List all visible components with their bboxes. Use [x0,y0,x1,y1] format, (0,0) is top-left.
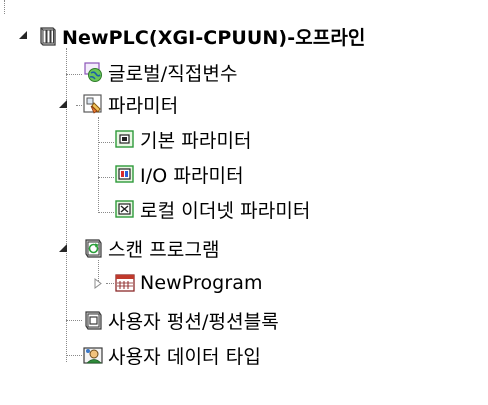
tree-item-parameters[interactable]: 파라미터 [82,89,178,119]
tree-item-io-parameter[interactable]: I/O 파라미터 [114,159,244,189]
tree-item-user-datatype[interactable]: 사용자 데이터 타입 [82,340,261,370]
tree-line [66,320,82,321]
tree-line [66,48,67,362]
triangle-collapsed-icon [94,278,102,289]
tree-line [98,117,99,213]
tree-item-label: 기본 파라미터 [140,129,252,152]
parameter-icon [82,93,104,115]
tree-item-label: 사용자 데이터 타입 [108,345,261,368]
tree-item-global-variables[interactable]: 글로벌/직접변수 [82,57,238,87]
plc-icon [36,25,58,47]
tree-line [98,142,114,143]
triangle-expanded-icon [59,100,67,108]
ethernet-parameter-icon [114,198,136,220]
tree-item-scan-program[interactable]: 스캔 프로그램 [82,233,220,263]
expand-toggle[interactable] [93,278,104,289]
function-block-icon [82,309,104,331]
collapse-toggle[interactable] [58,243,69,254]
tree-item-user-functions[interactable]: 사용자 펑션/펑션블록 [82,305,279,335]
tree-item-label: I/O 파라미터 [140,164,244,187]
tree-item-label: NewPLC(XGI-CPUUN)-오프라인 [62,26,366,49]
tree-item-label: 사용자 펑션/펑션블록 [108,310,279,333]
triangle-expanded-icon [19,31,27,39]
tree-item-ethernet-parameter[interactable]: 로컬 이더넷 파라미터 [114,194,311,224]
tree-line [66,74,82,75]
tree-item-basic-parameter[interactable]: 기본 파라미터 [114,124,252,154]
tree-line [4,0,5,14]
tree-line [106,283,114,284]
project-tree: NewPLC(XGI-CPUUN)-오프라인 글로벌/직접변수 파라미터 기본 … [0,0,488,405]
tree-item-label: 파라미터 [108,94,179,117]
tree-item-new-program[interactable]: NewProgram [114,268,263,298]
tree-line [98,177,114,178]
tree-item-label: 글로벌/직접변수 [108,62,238,85]
tree-item-label: 로컬 이더넷 파라미터 [140,199,311,222]
scan-program-icon [82,237,104,259]
tree-item-root[interactable]: NewPLC(XGI-CPUUN)-오프라인 [36,21,366,51]
tree-line [66,355,82,356]
program-icon [114,272,136,294]
tree-item-label: NewProgram [140,272,263,294]
io-parameter-icon [114,163,136,185]
basic-parameter-icon [114,128,136,150]
collapse-toggle[interactable] [58,99,69,110]
collapse-toggle[interactable] [18,30,29,41]
tree-line [98,212,114,213]
triangle-expanded-icon [59,244,67,252]
user-datatype-icon [82,344,104,366]
tree-item-label: 스캔 프로그램 [108,238,220,261]
global-variables-icon [82,61,104,83]
